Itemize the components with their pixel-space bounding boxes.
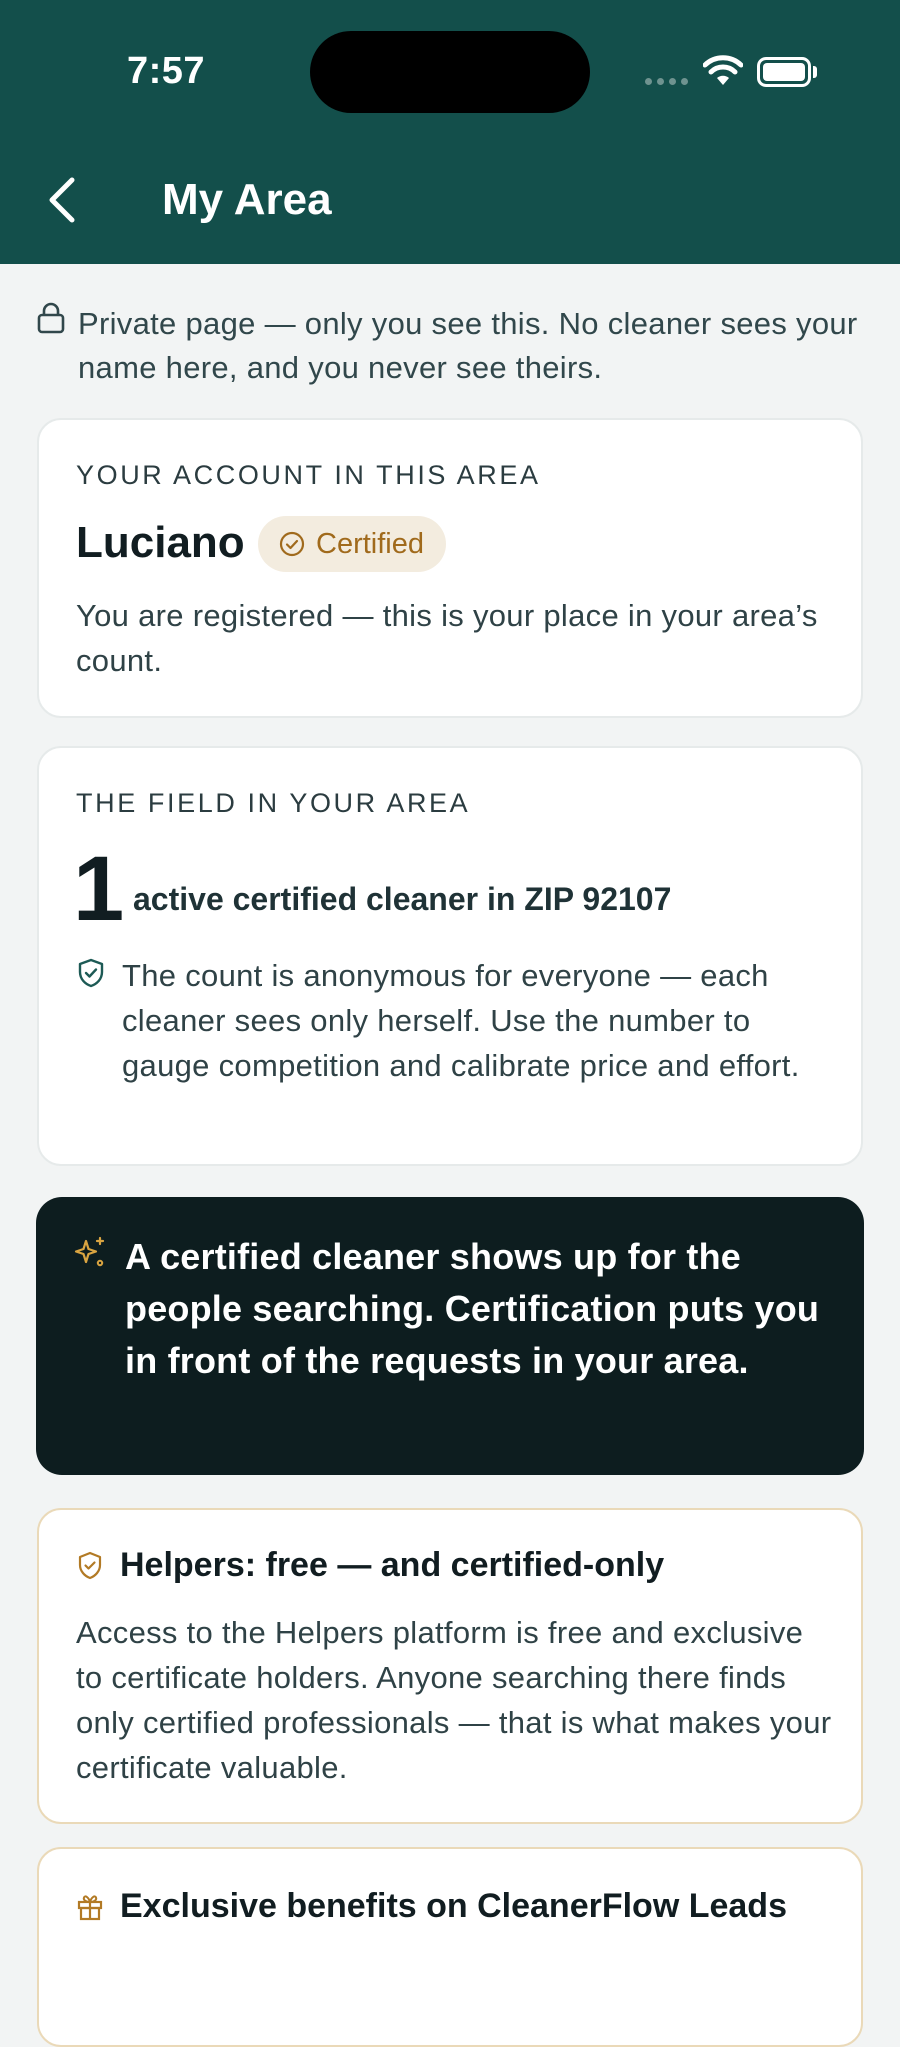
helpers-card: Helpers: free — and certified-only Acces… — [37, 1508, 863, 1824]
sparkles-icon — [74, 1236, 105, 1267]
helpers-card-body: Access to the Helpers platform is free a… — [76, 1615, 832, 1785]
battery-tip — [813, 66, 817, 78]
benefits-card-header: Exclusive benefits on CleanerFlow Leads — [76, 1887, 787, 1926]
account-card-eyebrow: YOUR ACCOUNT IN THIS AREA — [76, 460, 541, 490]
cleaner-count-label: active certified cleaner in ZIP 92107 — [133, 881, 672, 917]
privacy-note: Private page — only you see this. No cle… — [36, 302, 866, 390]
dynamic-island — [310, 31, 590, 113]
app-header: 7:57 My Area — [0, 0, 900, 264]
account-card-body: You are registered — this is your place … — [76, 598, 818, 678]
certified-badge: Certified — [258, 516, 446, 572]
user-name: Luciano — [76, 518, 245, 567]
page-title: My Area — [162, 175, 332, 224]
shield-check-icon — [78, 958, 104, 988]
wifi-icon — [703, 55, 743, 85]
status-time: 7:57 — [127, 50, 206, 92]
privacy-note-text: Private page — only you see this. No cle… — [78, 306, 858, 385]
certification-promo: A certified cleaner shows up for the peo… — [36, 1197, 864, 1475]
back-chevron-icon[interactable] — [42, 172, 82, 228]
certification-promo-text: A certified cleaner shows up for the peo… — [125, 1236, 820, 1381]
benefits-card-title: Exclusive benefits on CleanerFlow Leads — [120, 1887, 787, 1925]
check-circle-icon — [279, 531, 305, 557]
helpers-card-header: Helpers: free — and certified-only — [76, 1546, 664, 1585]
anonymity-note: The count is anonymous for everyone — ea… — [76, 953, 836, 1088]
field-card: THE FIELD IN YOUR AREA 1 active certifie… — [37, 746, 863, 1166]
helpers-card-title: Helpers: free — and certified-only — [120, 1546, 665, 1584]
certified-badge-label: Certified — [316, 527, 424, 560]
gift-icon — [77, 1894, 103, 1920]
cleaner-count: 1 — [73, 838, 125, 940]
shield-check-icon — [78, 1551, 102, 1579]
anonymity-note-text: The count is anonymous for everyone — ea… — [122, 958, 800, 1083]
lock-icon — [37, 302, 65, 334]
field-card-eyebrow: THE FIELD IN YOUR AREA — [76, 788, 471, 818]
battery-icon — [757, 57, 811, 87]
benefits-card[interactable]: Exclusive benefits on CleanerFlow Leads — [37, 1847, 863, 2047]
account-card: YOUR ACCOUNT IN THIS AREA Luciano Certif… — [37, 418, 863, 718]
cellular-signal-icon — [645, 78, 688, 85]
